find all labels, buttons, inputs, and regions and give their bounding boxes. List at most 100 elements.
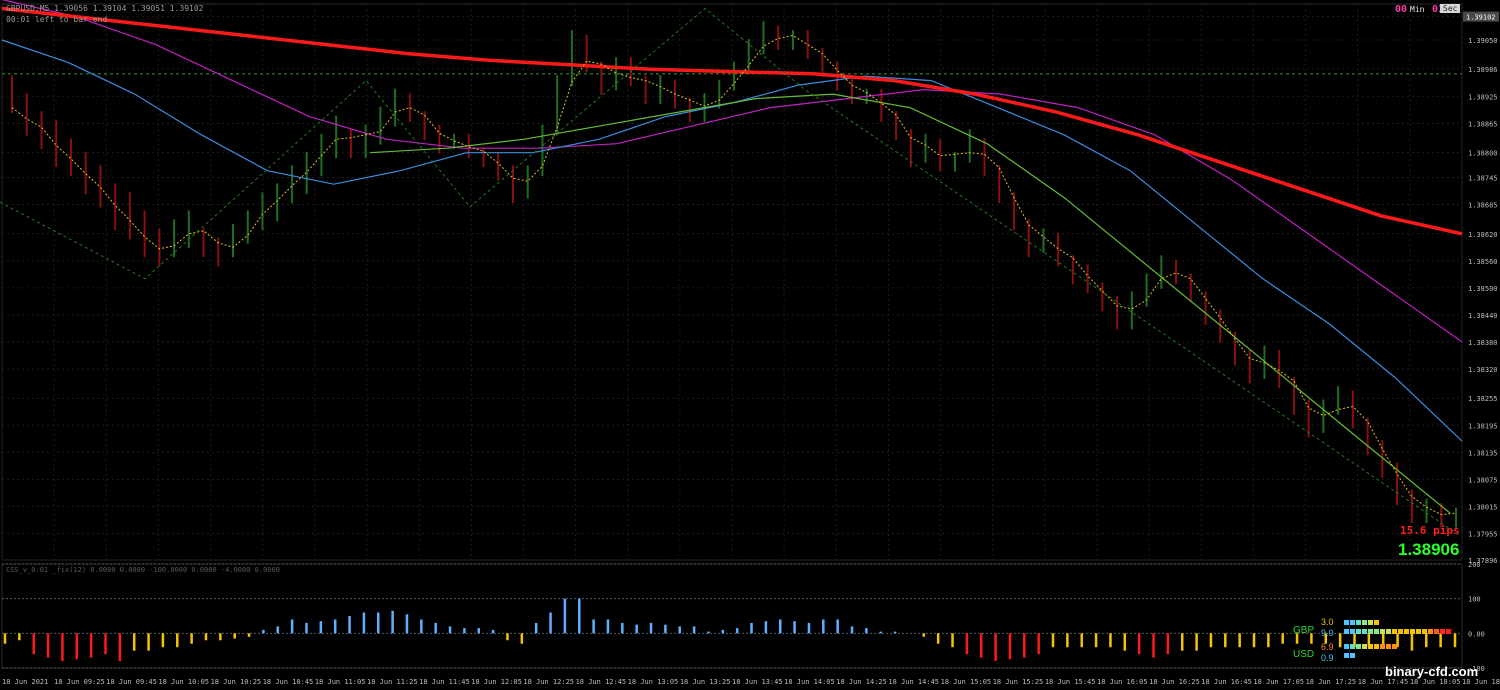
counter-min-value: 00	[1395, 4, 1408, 15]
gbp-bar-2	[1392, 629, 1397, 634]
watermark: binary-cfd.com	[1385, 664, 1479, 679]
price-tick: 1.38620	[1468, 231, 1498, 239]
price-chart[interactable]: 1.39102 1.39050 1.38986 1.38925 1.38865 1.388…	[0, 0, 1500, 690]
price-tick: 1.38320	[1468, 366, 1498, 374]
gbp-bar-2	[1416, 629, 1421, 634]
price-tick: 1.38255	[1468, 395, 1498, 403]
usd-bar-1	[1374, 644, 1379, 649]
time-tick: 18 Jun 16:05	[1097, 678, 1148, 686]
indicator-pane	[1, 563, 1463, 669]
usd-bar-2	[1344, 653, 1349, 658]
price-tick: 1.38015	[1468, 503, 1498, 511]
pips-label: 15.6 pips	[1400, 524, 1460, 537]
time-tick: 18 Jun 09:25	[54, 678, 105, 686]
time-tick: 18 Jun 17:05	[1253, 678, 1304, 686]
time-tick: 18 Jun 14:05	[784, 678, 835, 686]
legend-usd-value-1: 6.9	[1321, 642, 1334, 652]
usd-bar-1	[1392, 644, 1397, 649]
legend-gbp-value-1: 3.0	[1321, 617, 1334, 627]
price-tick: 1.38440	[1468, 312, 1498, 320]
time-tick: 18 Jun 15:45	[1045, 678, 1096, 686]
time-tick: 18 Jun 18:05	[1410, 678, 1461, 686]
gbp-bar-2	[1362, 629, 1367, 634]
usd-bar-1	[1356, 644, 1361, 649]
strength-bars	[1344, 620, 1451, 658]
price-tick: 1.37955	[1468, 530, 1498, 538]
counter-sec-label: Sec	[1440, 4, 1461, 13]
price-tick: 1.38865	[1468, 120, 1498, 128]
time-tick: 18 Jun 10:25	[211, 678, 262, 686]
time-tick: 18 Jun 16:45	[1201, 678, 1252, 686]
price-tick: 1.38135	[1468, 449, 1498, 457]
indicator-title: CSS_v_0.01 _fix(12) 0.0000 0.0000 -100.0…	[6, 566, 280, 574]
time-tick: 18 Jun 17:45	[1358, 678, 1409, 686]
time-tick: 18 Jun 12:05	[471, 678, 522, 686]
hist-tick: 0.00	[1468, 630, 1485, 638]
legend-gbp: GBP	[1293, 625, 1315, 636]
time-tick: 18 Jun 13:05	[628, 678, 679, 686]
gbp-bar-1	[1344, 620, 1349, 625]
time-tick: 18 Jun 2021	[2, 678, 48, 686]
usd-bar-1	[1368, 644, 1373, 649]
gbp-bar-2	[1428, 629, 1433, 634]
bar-timer: 00:01 left to bar end	[6, 15, 108, 24]
price-tick: 1.38380	[1468, 339, 1498, 347]
gbp-bar-2	[1410, 629, 1415, 634]
time-tick: 18 Jun 12:25	[523, 678, 574, 686]
usd-bar-2	[1350, 653, 1355, 658]
gbp-bar-2	[1350, 629, 1355, 634]
time-tick: 18 Jun 14:25	[836, 678, 887, 686]
counter-min-label: Min	[1410, 5, 1425, 14]
hist-tick: 100	[1468, 596, 1481, 604]
time-tick: 18 Jun 16:25	[1149, 678, 1200, 686]
usd-bar-1	[1386, 644, 1391, 649]
gbp-bar-1	[1362, 620, 1367, 625]
price-tick: 1.38500	[1468, 285, 1498, 293]
current-price-tick: 1.39102	[1466, 14, 1496, 22]
time-tick: 18 Jun 13:25	[680, 678, 731, 686]
gbp-bar-2	[1380, 629, 1385, 634]
gbp-bar-2	[1374, 629, 1379, 634]
gbp-bar-1	[1350, 620, 1355, 625]
time-tick: 18 Jun 15:25	[993, 678, 1044, 686]
smoothed-close	[11, 34, 1457, 516]
time-tick: 18 Jun 15:05	[941, 678, 992, 686]
gbp-bar-2	[1434, 629, 1439, 634]
gbp-bar-1	[1368, 620, 1373, 625]
gbp-bar-1	[1356, 620, 1361, 625]
price-tick: 1.38986	[1468, 66, 1498, 74]
time-tick: 18 Jun 18:25	[1462, 678, 1500, 686]
time-tick: 18 Jun 17:25	[1306, 678, 1357, 686]
legend-usd-value-2: 0.9	[1321, 653, 1334, 663]
usd-bar-1	[1380, 644, 1385, 649]
usd-bar-1	[1362, 644, 1367, 649]
gbp-bar-2	[1422, 629, 1427, 634]
gbp-bar-1	[1374, 620, 1379, 625]
time-tick: 18 Jun 09:45	[106, 678, 157, 686]
gbp-bar-2	[1344, 629, 1349, 634]
price-tick: 1.39050	[1468, 37, 1498, 45]
price-tick: 1.38195	[1468, 422, 1498, 430]
time-tick: 18 Jun 10:45	[263, 678, 314, 686]
time-tick: 18 Jun 11:45	[419, 678, 470, 686]
legend-usd: USD	[1293, 649, 1315, 660]
symbol-info: GBPUSD,M5 1.39056 1.39104 1.39051 1.3910…	[6, 4, 204, 13]
price-tick: 1.38075	[1468, 476, 1498, 484]
time-tick: 18 Jun 11:25	[367, 678, 418, 686]
time-tick: 18 Jun 13:45	[732, 678, 783, 686]
time-tick: 18 Jun 11:05	[315, 678, 366, 686]
price-tick: 1.38925	[1468, 93, 1498, 101]
hist-tick: 200	[1468, 561, 1481, 569]
price-tick: 1.38800	[1468, 150, 1498, 158]
price-tick: 1.38560	[1468, 258, 1498, 266]
price-tick: 1.38685	[1468, 202, 1498, 210]
legend-gbp-value-2: 9.0	[1321, 628, 1334, 638]
gbp-bar-2	[1440, 629, 1445, 634]
usd-bar-1	[1350, 644, 1355, 649]
time-tick: 18 Jun 12:45	[576, 678, 627, 686]
gbp-bar-2	[1398, 629, 1403, 634]
main-pane	[1, 3, 1463, 561]
gbp-bar-2	[1356, 629, 1361, 634]
gbp-bar-2	[1386, 629, 1391, 634]
time-tick: 18 Jun 14:45	[888, 678, 939, 686]
